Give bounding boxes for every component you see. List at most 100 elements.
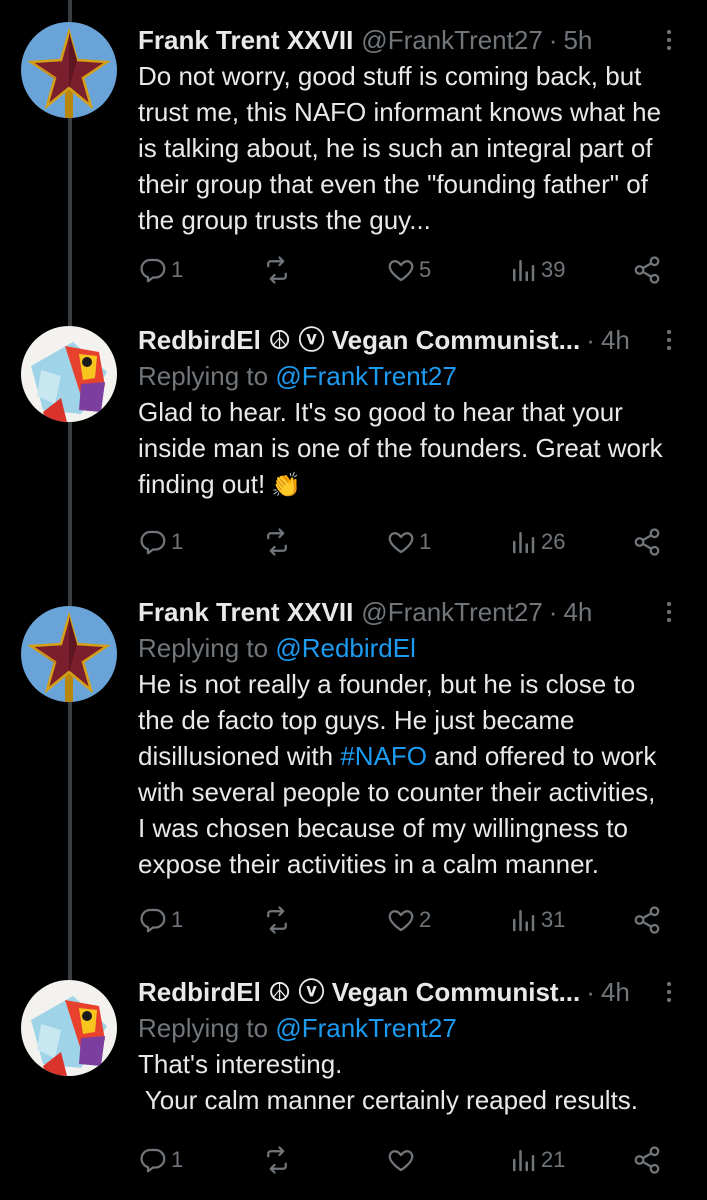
display-name[interactable]: Frank Trent XXVII (138, 22, 353, 58)
tweet-text-line: with several people to counter their act… (138, 777, 656, 807)
user-handle[interactable]: @FrankTrent27 (361, 594, 543, 630)
more-options-icon[interactable] (657, 22, 681, 58)
timestamp[interactable]: 4h (601, 322, 630, 358)
redbird-avatar-image (21, 326, 117, 422)
tweet-text-line: disillusioned with #NAFO and offered to … (138, 738, 681, 774)
separator-dot: · (548, 25, 558, 55)
tweet-text: That's interesting. Your calm manner cer… (138, 1046, 681, 1118)
views-button[interactable]: 21 (508, 1140, 565, 1180)
retweet-icon (267, 528, 287, 556)
views-icon (513, 260, 535, 282)
reply-icon (140, 530, 166, 555)
share-button[interactable] (632, 522, 662, 562)
replying-to-mention[interactable]: @FrankTrent27 (275, 361, 457, 391)
more-options-icon[interactable] (657, 974, 681, 1010)
retweet-icon (267, 906, 287, 934)
clapping-hands-emoji: 👏 (271, 472, 302, 499)
reply-button[interactable]: 1 (138, 522, 183, 562)
heart-icon (388, 910, 414, 932)
tweet-text: Glad to hear. It's so good to hear that … (138, 394, 681, 504)
tweet-text-line: finding out! 👏 (138, 466, 681, 504)
reply-icon (140, 1148, 166, 1173)
user-handle[interactable]: @FrankTrent27 (361, 22, 543, 58)
tweet-text: He is not really a founder, but he is cl… (138, 666, 681, 882)
separator-dot: · (586, 977, 595, 1007)
view-count: 31 (541, 907, 566, 932)
timestamp[interactable]: 4h (563, 594, 592, 630)
display-name[interactable]: RedbirdEl ☮ ⓥ Vegan Communist... (138, 974, 580, 1010)
views-button[interactable]: 39 (508, 250, 565, 290)
replying-to: Replying to @RedbirdEl (138, 630, 681, 666)
tweet-text-line: Glad to hear. It's so good to hear that … (138, 397, 623, 427)
tweet-text-line: their group that even the "founding fath… (138, 169, 648, 199)
tweet-header: Frank Trent XXVII @FrankTrent27 · 4h (138, 594, 681, 630)
view-count: 26 (541, 529, 566, 554)
redbird-avatar-image (21, 980, 117, 1076)
view-count: 39 (541, 257, 566, 282)
views-button[interactable]: 26 (508, 522, 565, 562)
like-button[interactable] (386, 1140, 419, 1180)
avatar[interactable] (21, 980, 117, 1076)
like-button[interactable]: 5 (386, 250, 431, 290)
replying-to-label: Replying to (138, 361, 269, 391)
action-bar: 1 2 31 (138, 900, 668, 940)
views-icon (513, 910, 535, 932)
avatar[interactable] (21, 22, 117, 118)
retweet-button[interactable] (262, 522, 292, 562)
tweet-text-line: is talking about, he is such an integral… (138, 133, 653, 163)
views-button[interactable]: 31 (508, 900, 565, 940)
thread-line-top (68, 0, 72, 22)
reply-button[interactable]: 1 (138, 250, 183, 290)
timestamp[interactable]: 4h (601, 974, 630, 1010)
replying-to: Replying to @FrankTrent27 (138, 358, 681, 394)
action-bar: 1 1 26 (138, 522, 668, 562)
replying-to-label: Replying to (138, 1013, 269, 1043)
reply-button[interactable]: 1 (138, 900, 183, 940)
avatar[interactable] (21, 606, 117, 702)
retweet-button[interactable] (262, 900, 292, 940)
heart-icon (388, 532, 414, 554)
like-count: 1 (419, 529, 432, 554)
like-button[interactable]: 2 (386, 900, 431, 940)
reply-button[interactable]: 1 (138, 1140, 183, 1180)
timestamp[interactable]: 5h (563, 22, 592, 58)
view-count: 21 (541, 1147, 566, 1172)
more-options-icon[interactable] (657, 322, 681, 358)
display-name[interactable]: RedbirdEl ☮ ⓥ Vegan Communist... (138, 322, 580, 358)
tweet-text-line: the de facto top guys. He just became (138, 705, 575, 735)
replying-to-mention[interactable]: @FrankTrent27 (275, 1013, 457, 1043)
tweet-header: RedbirdEl ☮ ⓥ Vegan Communist... · 4h (138, 322, 681, 358)
retweet-icon (267, 1146, 287, 1174)
tweet-text: Do not worry, good stuff is coming back,… (138, 58, 681, 238)
share-button[interactable] (632, 250, 662, 290)
avatar[interactable] (21, 326, 117, 422)
thread-line-1 (68, 118, 72, 326)
share-icon (634, 1146, 660, 1174)
red-star-avatar-image (21, 606, 117, 702)
like-button[interactable]: 1 (386, 522, 431, 562)
tweet-text-segment: finding out! (138, 469, 266, 499)
reply-count: 1 (171, 529, 184, 554)
share-icon (634, 256, 660, 284)
red-star-avatar-image (21, 22, 117, 118)
share-button[interactable] (632, 1140, 662, 1180)
action-bar: 1 21 (138, 1140, 668, 1180)
replying-to-mention[interactable]: @RedbirdEl (275, 633, 416, 663)
share-button[interactable] (632, 900, 662, 940)
tweet-text-line: trust me, this NAFO informant knows what… (138, 97, 662, 127)
hashtag-link[interactable]: #NAFO (340, 741, 427, 771)
more-options-icon[interactable] (657, 594, 681, 630)
tweet-text-line: That's interesting. (138, 1049, 343, 1079)
reply-count: 1 (171, 257, 184, 282)
tweet-text-line: He is not really a founder, but he is cl… (138, 669, 636, 699)
heart-icon (388, 260, 414, 282)
reply-icon (140, 908, 166, 933)
display-name[interactable]: Frank Trent XXVII (138, 594, 353, 630)
like-count: 5 (419, 257, 432, 282)
like-count: 2 (419, 907, 432, 932)
action-bar: 1 5 39 (138, 250, 668, 290)
retweet-button[interactable] (262, 250, 292, 290)
tweet-text-line: expose their activities in a calm manner… (138, 849, 599, 879)
views-icon (513, 1150, 535, 1172)
retweet-button[interactable] (262, 1140, 292, 1180)
